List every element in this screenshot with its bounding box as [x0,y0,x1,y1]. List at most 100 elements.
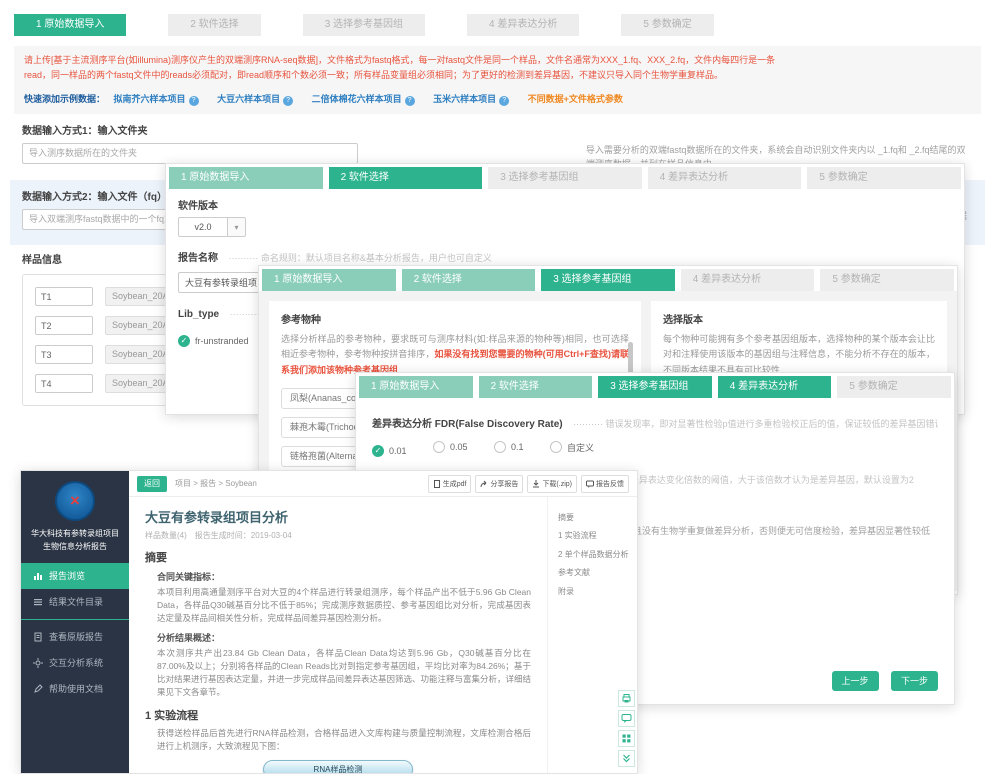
species-title: 参考物种 [281,311,629,326]
sidebar-title: 华大科技有参转录组项目 生物信息分析报告 [21,528,129,554]
workflow-heading: 1 实验流程 [145,707,531,723]
report-toolbar: 返回 项目 > 报告 > Soybean 生成pdf 分享报告 下载(.zip)… [129,471,637,497]
tab-step-2[interactable]: 2 软件选择 [329,167,483,189]
toc-item[interactable]: 摘要 [558,509,637,527]
input-method-1-label: 数据输入方式1：输入文件夹 [22,122,973,137]
flow-step: RNA样品检测 [263,760,413,773]
tab-step-1[interactable]: 1 原始数据导入 [262,269,396,291]
tab-step-5[interactable]: 5 参数确定 [837,376,951,398]
software-version-select[interactable]: v2.0 ▾ [178,217,246,237]
report-article: 大豆有参转录组项目分析 样品数量(4) 报告生成时间：2019-03-04 摘要… [129,497,547,773]
version-title: 选择版本 [663,311,935,326]
tab-step-5[interactable]: 5 参数确定 [820,269,954,291]
chevron-down-icon: ▾ [228,217,246,237]
tab-step-2[interactable]: 2 软件选择 [479,376,593,398]
sample-name-input[interactable] [35,345,93,364]
tab-step-3[interactable]: 3 选择参考基因组 [488,167,642,189]
report-window: × 华大科技有参转录组项目 生物信息分析报告 报告浏览 结果文件目录 查看原版报… [20,470,638,774]
tab-step-1[interactable]: 1 原始数据导入 [169,167,323,189]
help-icon: ? [405,96,415,106]
fdr-radio-group: ✓0.01 0.05 0.1 自定义 [372,440,938,458]
sample-name-input[interactable] [35,287,93,306]
tab-step-4[interactable]: 4 差异表达分析 [648,167,802,189]
radio-fdr-001[interactable]: ✓0.01 [372,445,407,457]
format-params-link[interactable]: 不同数据+文件格式参数 [528,94,623,104]
feedback-button[interactable]: 报告反馈 [581,475,629,493]
sidebar-item-interactive-analysis[interactable]: 交互分析系统 [21,650,129,676]
comment-button[interactable] [618,710,635,727]
share-report-button[interactable]: 分享报告 [475,475,523,493]
sidebar-menu: 报告浏览 结果文件目录 查看原版报告 交互分析系统 帮助使用文档 [21,563,129,702]
toc-item[interactable]: 1 实验流程 [558,527,637,545]
results-overview-text: 本次测序共产出23.84 Gb Clean Data，各样品Clean Data… [145,647,531,700]
breadcrumb[interactable]: 项目 > 报告 > Soybean [175,478,257,489]
workflow-diagram: RNA样品检测 ↓ mRNA富集、打断 ↓ 双链cDNA合成 ↓ 文库质检 ↓ [263,760,413,773]
next-step-button[interactable]: 下一步 [891,671,938,691]
report-name-label: 报告名称 [178,253,218,264]
fdr-label: 差异表达分析 FDR(False Discovery Rate) [372,419,563,430]
sidebar-item-file-directory[interactable]: 结果文件目录 [21,589,129,615]
printer-icon [621,693,632,704]
notice-text-line1: 请上传[基于主流测序平台(如illumina)测序仪产生的双端测序RNA-seq… [24,53,971,68]
sample-name-input[interactable] [35,316,93,335]
software-version-value: v2.0 [178,217,228,237]
download-icon [532,480,540,488]
toc-item[interactable]: 2 单个样品数据分析 [558,546,637,564]
help-icon: ? [499,96,509,106]
catalog-button[interactable] [618,730,635,747]
fdr-hint: ·········· 错误发现率，即对显著性检验p值进行多重检验校正后的值，保证… [573,419,938,429]
sidebar-item-help-docs[interactable]: 帮助使用文档 [21,676,129,702]
tab-step-3[interactable]: 3 选择参考基因组 [541,269,675,291]
list-icon [33,597,43,607]
results-overview-heading: 分析结果概述： [145,631,531,644]
tab-step-2[interactable]: 2 软件选择 [402,269,536,291]
radio-fdr-01[interactable]: 0.1 [494,441,524,453]
example-link-3[interactable]: 二倍体棉花六样本项目? [312,94,415,104]
tab-step-5[interactable]: 5 参数确定 [621,14,713,36]
tab-step-2[interactable]: 2 软件选择 [168,14,260,36]
back-button[interactable]: 返回 [137,476,167,492]
chart-icon [33,571,43,581]
tab-step-4[interactable]: 4 差异表达分析 [467,14,579,36]
tab-step-4[interactable]: 4 差异表达分析 [718,376,832,398]
generate-pdf-button[interactable]: 生成pdf [428,475,472,493]
report-sidebar: × 华大科技有参转录组项目 生物信息分析报告 报告浏览 结果文件目录 查看原版报… [21,471,129,773]
report-meta: 样品数量(4) 报告生成时间：2019-03-04 [145,530,531,541]
example-link-4[interactable]: 玉米六样本项目? [433,94,509,104]
folder-input[interactable] [22,143,358,164]
pdf-icon [433,480,441,488]
comment-icon [621,713,632,724]
software-version-label: 软件版本 [178,197,952,212]
tab-step-1[interactable]: 1 原始数据导入 [14,14,126,36]
feedback-icon [586,480,594,488]
gear-icon [33,658,43,668]
abstract-heading: 摘要 [145,549,531,565]
tab-step-3[interactable]: 3 选择参考基因组 [303,14,425,36]
report-name-hint: ·········· 命名规则：默认项目名称&基本分析报告，用户也可自定义 [228,253,491,263]
species-desc: 选择分析样品的参考物种，要求既可与测序材料(如:样品来源的物种等)相同，也可选择… [281,332,629,378]
sample-name-input[interactable] [35,374,93,393]
sidebar-item-original-report[interactable]: 查看原版报告 [21,624,129,650]
brand-logo: × [55,481,95,521]
version-desc: 每个物种可能拥有多个参考基因组版本，选择物种的某个版本会让比对和注释使用该版本的… [663,332,935,378]
collapse-button[interactable] [618,750,635,767]
sidebar-item-report-browse[interactable]: 报告浏览 [21,563,129,589]
download-zip-button[interactable]: 下载(.zip) [527,475,577,493]
prev-step-button[interactable]: 上一步 [832,671,879,691]
floating-toolbar [618,690,635,767]
toc-item[interactable]: 参考文献 [558,564,637,582]
tab-step-4[interactable]: 4 差异表达分析 [681,269,815,291]
radio-fdr-custom[interactable]: 自定义 [550,441,594,454]
tab-step-3[interactable]: 3 选择参考基因组 [598,376,712,398]
tab-step-5[interactable]: 5 参数确定 [807,167,961,189]
tab-step-1[interactable]: 1 原始数据导入 [359,376,473,398]
document-icon [33,632,43,642]
print-button[interactable] [618,690,635,707]
radio-fdr-005[interactable]: 0.05 [433,441,468,453]
step-tabs: 1 原始数据导入 2 软件选择 3 选择参考基因组 4 差异表达分析 5 参数确… [166,164,964,189]
example-link-1[interactable]: 拟南芥六样本项目? [114,94,199,104]
toc-item[interactable]: 附录 [558,583,637,601]
grid-icon [621,733,632,744]
example-link-2[interactable]: 大豆六样本项目? [217,94,293,104]
radio-fr-unstranded[interactable]: ✓ fr-unstranded [178,335,249,347]
